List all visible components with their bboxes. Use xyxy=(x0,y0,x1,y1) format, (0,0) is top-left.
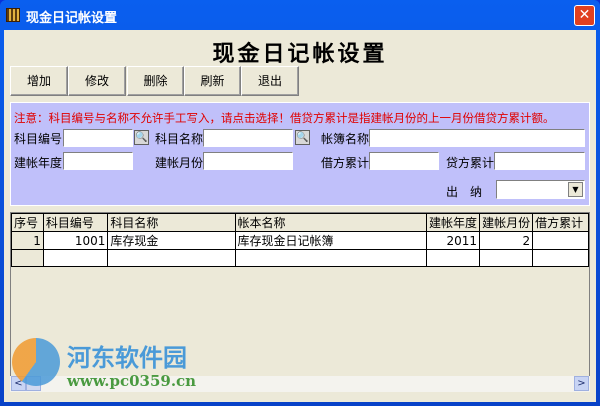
client-area: 现金日记帐设置 增加 修改 删除 刷新 退出 注意：科目编号与名称不允许手工写入… xyxy=(4,30,596,402)
cell-no[interactable]: 1 xyxy=(11,231,44,250)
notice-text: 注意：科目编号与名称不允许手工写入，请点击选择！借贷方累计是指建帐月份的上一月份… xyxy=(14,111,555,125)
account-code-input[interactable] xyxy=(63,129,133,147)
scroll-right-icon[interactable]: > xyxy=(574,376,589,391)
cashier-label: 出 纳 xyxy=(446,185,483,199)
ledger-name-label: 帐簿名称 xyxy=(321,132,370,146)
horizontal-scrollbar[interactable]: < > xyxy=(10,376,590,392)
account-code-label: 科目编号 xyxy=(14,132,63,146)
year-input[interactable] xyxy=(63,152,133,170)
scroll-left-icon[interactable]: < xyxy=(11,376,26,391)
month-label: 建帐月份 xyxy=(155,156,204,170)
col-header[interactable]: 科目名称 xyxy=(107,213,236,232)
table-row[interactable]: 1 1001 库存现金 库存现金日记帐簿 2011 2 xyxy=(11,231,589,250)
debit-label: 借方累计 xyxy=(321,156,370,170)
page-title: 现金日记帐设置 xyxy=(212,41,388,67)
col-header[interactable]: 科目编号 xyxy=(42,213,109,232)
debit-input[interactable] xyxy=(369,152,439,170)
cell-code[interactable]: 1001 xyxy=(42,231,109,250)
account-name-search-icon[interactable]: 🔍 xyxy=(295,130,310,145)
cell-year[interactable]: 2011 xyxy=(426,231,481,250)
cashier-select[interactable]: ▼ xyxy=(496,180,585,199)
table-row-new[interactable] xyxy=(11,249,589,267)
cell[interactable] xyxy=(532,249,589,267)
cell-debit[interactable] xyxy=(532,231,589,250)
exit-button[interactable]: 退出 xyxy=(241,66,299,96)
window-title: 现金日记帐设置 xyxy=(26,11,118,26)
account-name-label: 科目名称 xyxy=(155,132,204,146)
cell[interactable] xyxy=(42,249,109,267)
close-button[interactable]: ✕ xyxy=(574,5,595,26)
col-header[interactable]: 帐本名称 xyxy=(234,213,428,232)
year-label: 建帐年度 xyxy=(14,156,63,170)
cell-ledger[interactable]: 库存现金日记帐簿 xyxy=(234,231,428,250)
credit-label: 贷方累计 xyxy=(446,156,495,170)
refresh-button[interactable]: 刷新 xyxy=(184,66,241,96)
cell-name[interactable]: 库存现金 xyxy=(107,231,236,250)
cell[interactable] xyxy=(107,249,236,267)
cell[interactable] xyxy=(11,249,44,267)
delete-button[interactable]: 删除 xyxy=(127,66,184,96)
col-header[interactable]: 序号 xyxy=(11,213,44,232)
grid-header: 序号 科目编号 科目名称 帐本名称 建帐年度 建帐月份 借方累计 xyxy=(11,213,589,232)
scroll-thumb[interactable] xyxy=(26,376,41,391)
edit-button[interactable]: 修改 xyxy=(68,66,126,96)
col-header[interactable]: 借方累计 xyxy=(532,213,589,232)
col-header[interactable]: 建帐年度 xyxy=(426,213,481,232)
settings-panel: 注意：科目编号与名称不允许手工写入，请点击选择！借贷方累计是指建帐月份的上一月份… xyxy=(10,102,590,206)
cell[interactable] xyxy=(479,249,534,267)
add-button[interactable]: 增加 xyxy=(10,66,68,96)
cell[interactable] xyxy=(426,249,481,267)
month-input[interactable] xyxy=(203,152,293,170)
ledger-name-input[interactable] xyxy=(369,129,585,147)
credit-input[interactable] xyxy=(494,152,585,170)
app-icon xyxy=(6,8,20,22)
title-bar: 现金日记帐设置 ✕ xyxy=(0,0,600,30)
account-name-input[interactable] xyxy=(203,129,293,147)
account-code-search-icon[interactable]: 🔍 xyxy=(134,130,149,145)
cell-month[interactable]: 2 xyxy=(479,231,534,250)
ledger-grid: 序号 科目编号 科目名称 帐本名称 建帐年度 建帐月份 借方累计 1 1001 … xyxy=(10,212,590,390)
window: 现金日记帐设置 ✕ 现金日记帐设置 增加 修改 删除 刷新 退出 注意：科目编号… xyxy=(0,0,600,406)
chevron-down-icon[interactable]: ▼ xyxy=(568,182,583,197)
cell[interactable] xyxy=(234,249,428,267)
col-header[interactable]: 建帐月份 xyxy=(479,213,534,232)
